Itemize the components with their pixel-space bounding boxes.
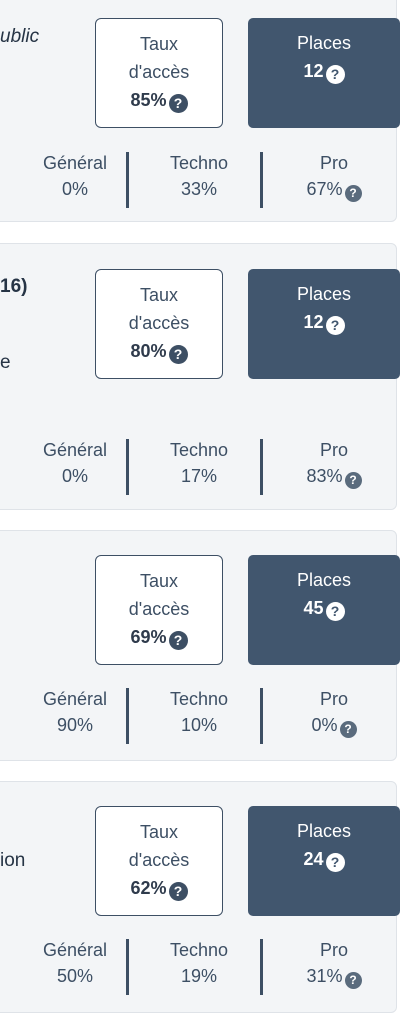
- taux-label: Taux: [139, 285, 179, 305]
- stat-label: Techno: [169, 940, 229, 960]
- question-circle-icon[interactable]: ?: [168, 882, 188, 901]
- divider: [126, 939, 129, 995]
- question-circle-icon[interactable]: ?: [339, 721, 357, 738]
- stat-techno: Techno 17%: [140, 437, 258, 489]
- stat-value: 33%: [180, 179, 218, 199]
- divider: [260, 688, 263, 744]
- stat-value: 17%: [180, 466, 218, 486]
- question-circle-icon[interactable]: ?: [325, 853, 345, 872]
- stat-value: 67%: [306, 179, 343, 199]
- taux-label-2: d'accès: [128, 62, 190, 82]
- stat-value: 0%: [61, 179, 88, 199]
- stat-label: Pro: [319, 440, 348, 460]
- stat-pro: Pro 83%?: [270, 437, 398, 489]
- stat-label: Général: [42, 153, 108, 173]
- places-value: 45: [303, 598, 324, 618]
- card-2-places-box: Places 12?: [248, 269, 400, 379]
- card-2-title-fragment: 16): [0, 276, 28, 297]
- question-circle-icon[interactable]: ?: [325, 602, 345, 621]
- card-4-places-box: Places 24?: [248, 806, 400, 916]
- stat-label: Général: [42, 940, 108, 960]
- question-circle-icon[interactable]: ?: [344, 185, 362, 202]
- question-circle-icon[interactable]: ?: [325, 65, 345, 84]
- taux-value: 69%: [130, 627, 167, 647]
- stat-value: 10%: [180, 715, 218, 735]
- stat-pro: Pro 67%?: [270, 150, 398, 202]
- card-1-taux-acces-box: Taux d'accès 85%?: [95, 18, 223, 128]
- taux-label: Taux: [139, 822, 179, 842]
- stat-techno: Techno 19%: [140, 937, 258, 989]
- question-circle-icon[interactable]: ?: [344, 472, 362, 489]
- places-label: Places: [296, 284, 352, 304]
- taux-label-2: d'accès: [128, 313, 190, 333]
- stat-pro: Pro 0%?: [270, 686, 398, 738]
- card-2-bac-stats: Général 0% Techno 17% Pro 83%?: [0, 437, 405, 497]
- divider: [126, 439, 129, 495]
- stat-pro: Pro 31%?: [270, 937, 398, 989]
- divider: [260, 439, 263, 495]
- stat-label: Général: [42, 440, 108, 460]
- stat-value: 83%: [306, 466, 343, 486]
- taux-label-2: d'accès: [128, 850, 190, 870]
- divider: [126, 688, 129, 744]
- card-4-bac-stats: Général 50% Techno 19% Pro 31%?: [0, 937, 405, 997]
- taux-value: 80%: [130, 341, 167, 361]
- divider: [260, 939, 263, 995]
- stat-label: Techno: [169, 440, 229, 460]
- question-circle-icon[interactable]: ?: [168, 345, 188, 364]
- stat-general: Général 0%: [20, 437, 130, 489]
- card-4-title-fragment: ion: [0, 850, 26, 871]
- stat-techno: Techno 10%: [140, 686, 258, 738]
- stat-label: Techno: [169, 153, 229, 173]
- card-1-title-fragment: ublic: [0, 26, 40, 47]
- stat-general: Général 90%: [20, 686, 130, 738]
- question-circle-icon[interactable]: ?: [168, 94, 188, 113]
- question-circle-icon[interactable]: ?: [344, 972, 362, 989]
- stat-label: Général: [42, 689, 108, 709]
- taux-value: 62%: [130, 878, 167, 898]
- card-2-taux-acces-box: Taux d'accès 80%?: [95, 269, 223, 379]
- stat-value: 31%: [306, 966, 343, 986]
- places-label: Places: [296, 821, 352, 841]
- card-1-bac-stats: Général 0% Techno 33% Pro 67%?: [0, 150, 405, 210]
- stat-value: 19%: [180, 966, 218, 986]
- stat-value: 50%: [56, 966, 94, 986]
- stat-label: Pro: [319, 940, 348, 960]
- question-circle-icon[interactable]: ?: [325, 316, 345, 335]
- taux-label: Taux: [139, 34, 179, 54]
- card-2-subtitle-fragment: e: [0, 352, 11, 373]
- stat-value: 0%: [311, 715, 338, 735]
- divider: [126, 152, 129, 208]
- taux-label-2: d'accès: [128, 599, 190, 619]
- places-label: Places: [296, 33, 352, 53]
- stat-general: Général 50%: [20, 937, 130, 989]
- stat-label: Pro: [319, 689, 348, 709]
- stat-techno: Techno 33%: [140, 150, 258, 202]
- question-circle-icon[interactable]: ?: [168, 631, 188, 650]
- divider: [260, 152, 263, 208]
- stat-value: 90%: [56, 715, 94, 735]
- stat-value: 0%: [61, 466, 88, 486]
- stat-label: Techno: [169, 689, 229, 709]
- places-label: Places: [296, 570, 352, 590]
- stat-general: Général 0%: [20, 150, 130, 202]
- taux-value: 85%: [130, 90, 167, 110]
- card-3-bac-stats: Général 90% Techno 10% Pro 0%?: [0, 686, 405, 746]
- places-value: 24: [303, 849, 324, 869]
- stat-label: Pro: [319, 153, 348, 173]
- taux-label: Taux: [139, 571, 179, 591]
- places-value: 12: [303, 61, 324, 81]
- places-value: 12: [303, 312, 324, 332]
- card-3-taux-acces-box: Taux d'accès 69%?: [95, 555, 223, 665]
- card-1-places-box: Places 12?: [248, 18, 400, 128]
- card-4-taux-acces-box: Taux d'accès 62%?: [95, 806, 223, 916]
- card-3-places-box: Places 45?: [248, 555, 400, 665]
